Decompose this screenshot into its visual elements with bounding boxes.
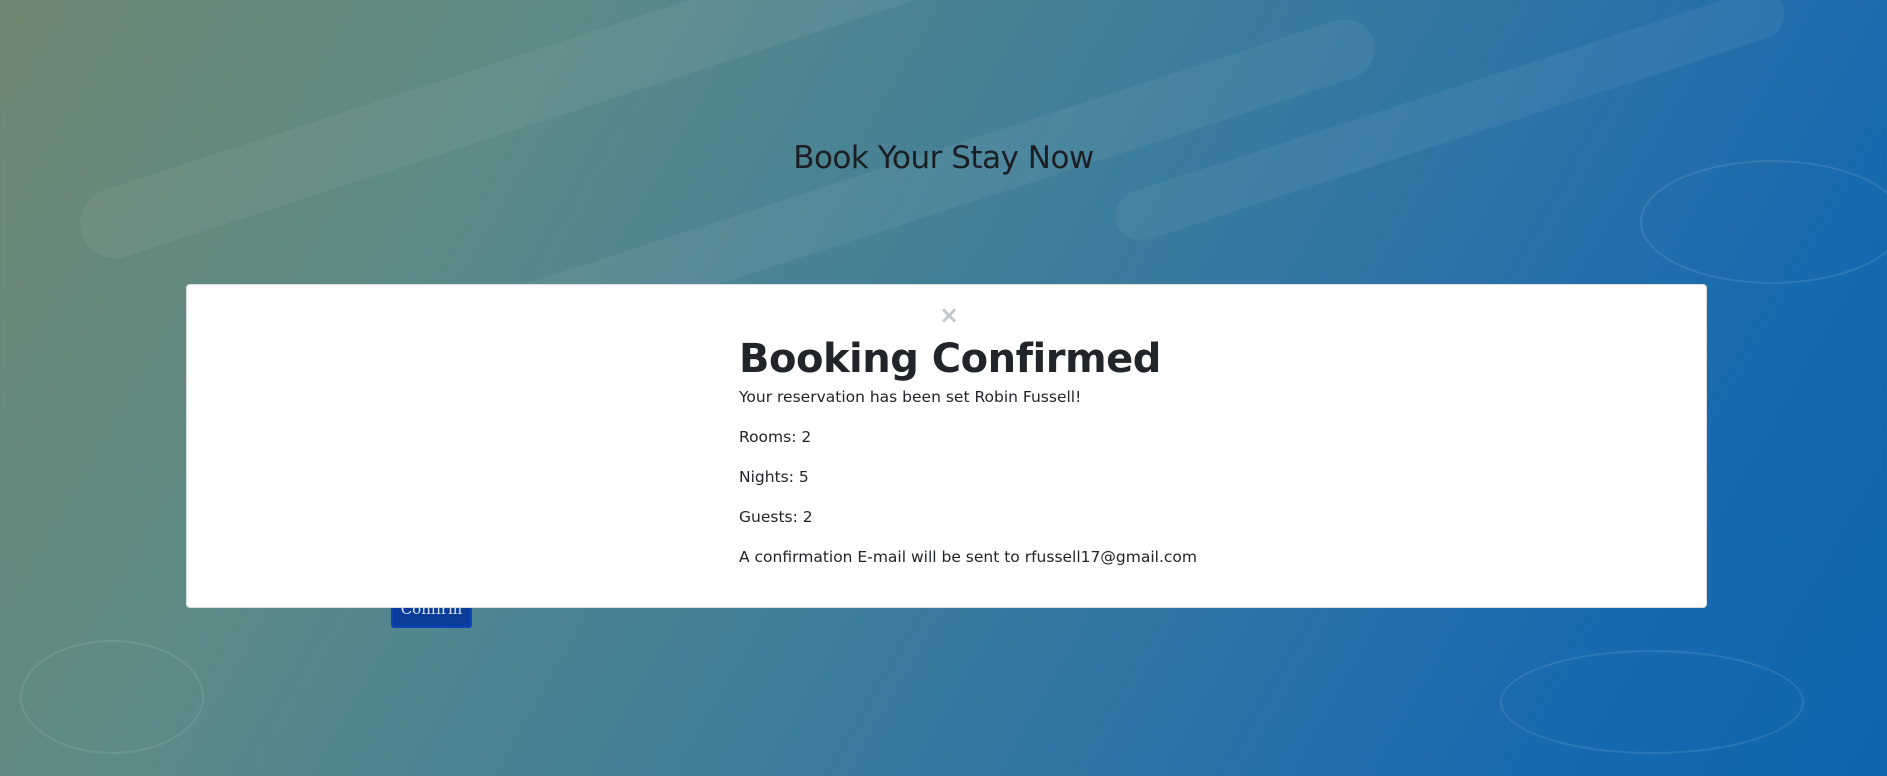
email-notice: A confirmation E-mail will be sent to rf… bbox=[739, 548, 1197, 566]
close-icon[interactable]: × bbox=[937, 303, 961, 327]
page-title: Book Your Stay Now bbox=[793, 140, 1094, 176]
reservation-message: Your reservation has been set Robin Fuss… bbox=[739, 388, 1082, 406]
guests-count: Guests: 2 bbox=[739, 508, 813, 526]
background-decoration bbox=[1640, 160, 1887, 284]
rooms-count: Rooms: 2 bbox=[739, 428, 812, 446]
background-decoration bbox=[1500, 650, 1804, 754]
background-decoration bbox=[20, 640, 204, 754]
modal-body: Booking Confirmed Your reservation has b… bbox=[739, 335, 1439, 567]
modal-title: Booking Confirmed bbox=[739, 336, 1161, 382]
booking-confirmation-modal: × Booking Confirmed Your reservation has… bbox=[186, 284, 1707, 608]
nights-count: Nights: 5 bbox=[739, 468, 809, 486]
